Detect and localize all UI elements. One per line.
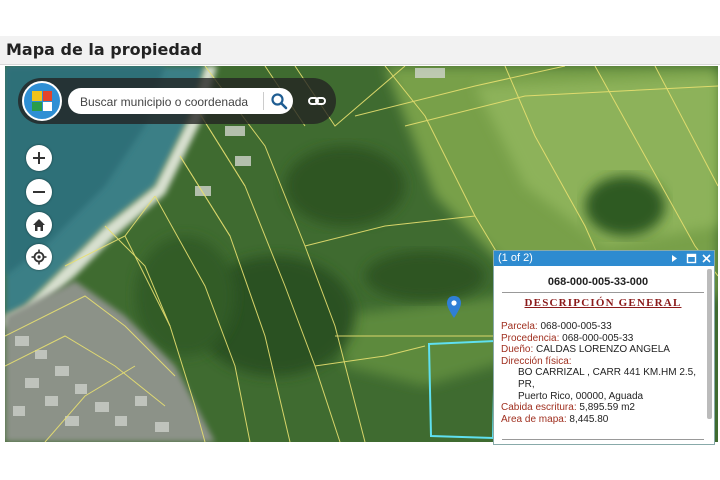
share-link-button[interactable] [306,90,328,112]
field-dueno: Dueño: CALDAS LORENZO ANGELA [501,344,670,356]
field-direccion-line2: Puerto Rico, 00000, Aguada [518,390,644,402]
map-toolbar [18,78,336,124]
popup-counter: (1 of 2) [498,252,533,264]
locate-button[interactable] [26,244,52,270]
field-parcela: Parcela: 068-000-005-33 [501,321,612,332]
popup-scrollbar[interactable] [707,269,712,419]
search-input[interactable] [78,91,262,113]
plus-icon [33,152,45,164]
field-direccion-label: Dirección física: [501,355,572,367]
parcel-fields: Parcela: 068-000-005-33 Procedencia: 068… [501,321,701,425]
home-button[interactable] [26,212,52,238]
search-box [68,88,293,114]
link-icon [308,97,326,105]
popup-divider [502,292,704,293]
location-pin-icon[interactable] [447,296,461,318]
popup-divider-bottom [502,439,704,440]
locate-icon [31,249,47,265]
zoom-out-button[interactable] [26,179,52,205]
next-feature-icon[interactable] [669,253,680,264]
parcel-id: 068-000-005-33-000 [547,276,649,288]
search-button[interactable] [268,90,290,112]
search-icon [271,93,288,110]
home-icon [33,219,45,231]
page-header: Mapa de la propiedad [0,36,720,65]
field-direccion-line1: BO CARRIZAL , CARR 441 KM.HM 2.5, PR, [518,367,697,390]
crim-logo-mark [32,91,52,111]
field-area: Area de mapa: 8,445.80 [501,413,609,425]
maximize-icon[interactable] [686,253,697,264]
page-title: Mapa de la propiedad [6,40,203,59]
zoom-in-button[interactable] [26,145,52,171]
parcel-info-popup: (1 of 2) 068-000-005-33-000 DESCRIPCIÓN … [493,250,715,445]
close-icon[interactable] [701,253,712,264]
field-procedencia: Procedencia: 068-000-005-33 [501,332,634,344]
popup-header: (1 of 2) [494,251,714,266]
search-divider [263,92,264,110]
field-cabida: Cabida escritura: 5,895.59 m2 [501,402,635,414]
minus-icon [33,191,45,193]
crim-logo[interactable] [22,81,62,121]
section-title: DESCRIPCIÓN GENERAL [524,297,682,309]
